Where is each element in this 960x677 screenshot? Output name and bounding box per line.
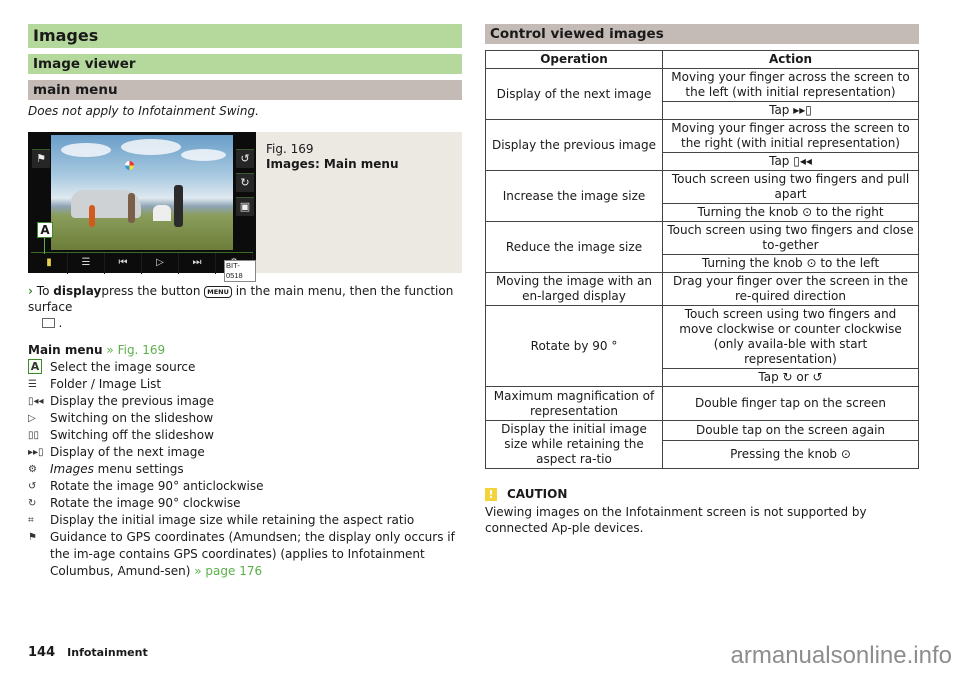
next-icon: ▸▸▯ [28,447,44,458]
footer-section: Infotainment [67,646,148,659]
pause-icon: ▯▯ [28,430,40,441]
legend-item: ⚙ Images menu settings [28,462,184,476]
beach-ball [125,161,134,170]
rotate-anticlockwise-button[interactable]: ↺ [236,149,254,168]
flag-button[interactable]: ⚑ [32,149,50,168]
settings-icon: ⚙ [28,464,37,475]
fit-size-icon: ⌗ [28,515,34,526]
legend-item: ↻ Rotate the image 90° clockwise [28,496,241,510]
list-icon: ☰ [28,379,37,390]
list-button[interactable]: ☰ [68,253,105,274]
image-source-button[interactable]: ▮ [31,253,68,274]
previous-button[interactable]: ⏮ [105,253,142,274]
rotate-clockwise-icon: ↻ [28,498,37,509]
warning-icon: ! [485,487,497,501]
table-row: Increase the image size Touch screen usin… [485,170,919,222]
play-icon: ▷ [156,257,164,268]
caution-text: Viewing images on the Infotainment scree… [485,505,867,535]
image-source-icon: ▮ [46,257,52,268]
rotate-anticlockwise-icon: ↺ [240,152,250,165]
table-row: Display of the next image Moving your fin… [485,68,919,120]
previous-icon: ⏮ [118,257,128,268]
section-heading: Control viewed images [485,24,919,44]
main-menu-heading: Main menu » Fig. 169 [28,343,166,357]
next-icon: ⏭ [192,257,202,268]
callout-a: A [37,222,53,238]
rotate-clockwise-button[interactable]: ↻ [236,173,254,192]
legend-item: ▷ Switching on the slideshow [28,411,214,425]
control-table: Operation Action Display of the next ima… [485,50,919,470]
legend-item: ⌗ Display the initial image size while re… [28,513,415,527]
page-number: 144 [28,645,56,660]
images-function-surface-icon [41,318,55,328]
callout-a-icon: A [28,359,42,374]
callout-line [44,238,45,254]
page-title: Images [28,24,462,48]
legend-item: ☰ Folder / Image List [28,377,162,391]
column-header-action: Action [662,50,919,69]
fit-size-button[interactable]: ▣ [236,197,254,216]
table-row: Rotate by 90 ° Touch screen using two fin… [485,305,919,387]
table-row: Display the initial image size while ret… [485,420,919,469]
table-row: Display the previous image Moving your fi… [485,119,919,171]
figure-169: ⚑ ↺ ↻ ▣ ▮ ☰ ⏮ ▷ ⏭ ⚙ A BIT-0518 Fig. 169 … [28,132,462,282]
figure-title: Images: Main menu [266,157,399,171]
figure-link[interactable]: » Fig. 169 [103,343,165,357]
watermark: armanualsonline.info [730,642,952,669]
table-row: Reduce the image size Touch screen using … [485,221,919,273]
legend-item: ▯◂◂ Display the previous image [28,394,215,408]
table-row: Moving the image with an en-larged displ… [485,272,919,306]
page-link[interactable]: » page 176 [190,564,262,578]
figure-number: Fig. 169 [266,142,314,156]
page-footer: 144 Infotainment [28,645,148,660]
table-row: Maximum magnification of representation D… [485,386,919,421]
left-column: Images Image viewer main menu Does not a… [28,24,462,580]
figure-code: BIT-0518 [224,260,256,282]
legend-item: ↺ Rotate the image 90° anticlockwise [28,479,264,493]
legend-item: ⚑ Guidance to GPS coordinates (Amundsen; … [28,530,455,578]
subtitle: Image viewer [28,54,462,74]
play-button[interactable]: ▷ [142,253,179,274]
bottom-bar: ▮ ☰ ⏮ ▷ ⏭ ⚙ [31,252,253,274]
instruction: › To displaypress the button MENU in the… [28,284,454,330]
play-icon: ▷ [28,413,36,424]
flag-icon: ⚑ [28,532,37,543]
list-icon: ☰ [81,257,91,268]
previous-icon: ▯◂◂ [28,396,44,407]
infotainment-screen: ⚑ ↺ ↻ ▣ ▮ ☰ ⏮ ▷ ⏭ ⚙ A BIT-0518 [28,132,256,282]
right-column: Control viewed images Operation Action D… [485,24,919,536]
caution-box: ! CAUTION Viewing images on the Infotain… [485,487,919,536]
menu-key-icon: MENU [204,286,232,298]
flag-icon: ⚑ [36,152,46,165]
rotate-anticlockwise-icon: ↺ [28,481,37,492]
caution-title: CAUTION [507,487,568,501]
step-arrow-icon: › [28,284,33,298]
next-button[interactable]: ⏭ [179,253,216,274]
legend-item: ▯▯ Switching off the slideshow [28,428,214,442]
legend-item: A Select the image source [28,359,462,376]
fit-size-icon: ▣ [239,200,251,213]
column-header-operation: Operation [485,50,663,69]
sample-photo [51,135,233,250]
rotate-clockwise-icon: ↻ [240,176,250,189]
legend-item: ▸▸▯ Display of the next image [28,445,205,459]
applicability-note: Does not apply to Infotainment Swing. [28,104,259,118]
main-menu-legend: A Select the image source ☰ Folder / Image… [28,359,462,580]
figure-caption: Fig. 169 Images: Main menu [266,142,399,172]
section-heading: main menu [28,80,462,100]
